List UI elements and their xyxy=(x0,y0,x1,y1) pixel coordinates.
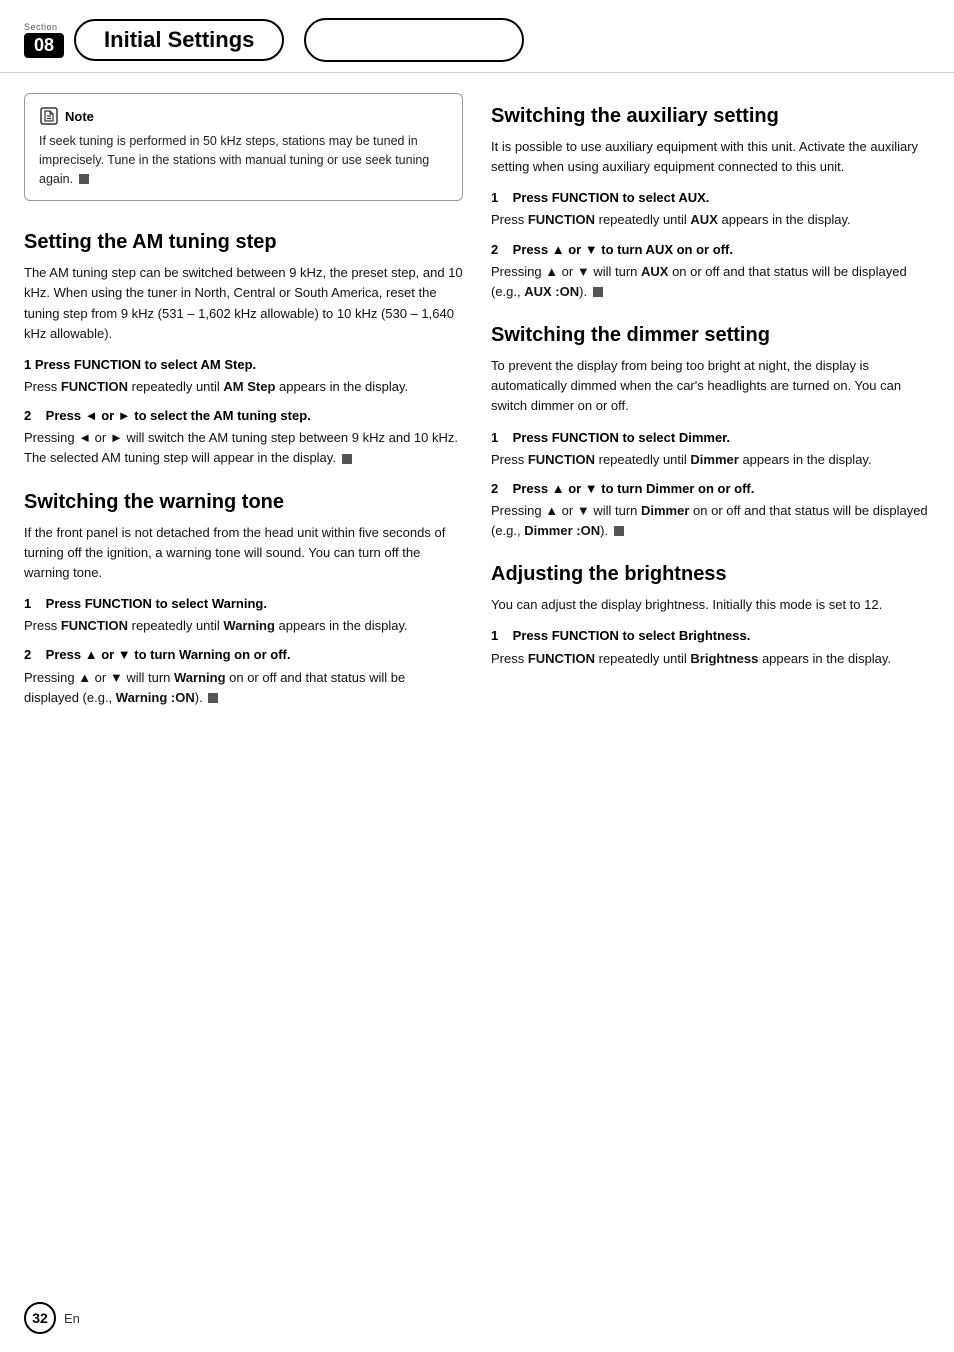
note-icon xyxy=(39,106,59,126)
note-box: Note If seek tuning is performed in 50 k… xyxy=(24,93,463,201)
page-title: Initial Settings xyxy=(74,19,284,61)
section-number: 08 xyxy=(24,33,64,58)
stop-icon xyxy=(79,174,89,184)
main-content: Note If seek tuning is performed in 50 k… xyxy=(0,73,954,758)
brightness-section: Adjusting the brightness You can adjust … xyxy=(491,561,930,668)
brightness-intro: You can adjust the display brightness. I… xyxy=(491,595,930,615)
footer: 32 En xyxy=(24,1302,80,1334)
warning-step1-heading: 1 Press FUNCTION to select Warning. xyxy=(24,595,463,613)
am-step1-body: Press FUNCTION repeatedly until AM Step … xyxy=(24,377,463,397)
header-right-pill xyxy=(304,18,524,62)
warning-tone-section: Switching the warning tone If the front … xyxy=(24,489,463,708)
stop-icon-5 xyxy=(614,526,624,536)
dimmer-step-2: 2 Press ▲ or ▼ to turn Dimmer on or off.… xyxy=(491,480,930,541)
note-text: If seek tuning is performed in 50 kHz st… xyxy=(39,132,448,188)
left-column: Note If seek tuning is performed in 50 k… xyxy=(24,83,463,718)
header: Section 08 Initial Settings xyxy=(0,0,954,73)
warning-tone-intro: If the front panel is not detached from … xyxy=(24,523,463,583)
stop-icon-2 xyxy=(342,454,352,464)
dimmer-step1-heading: 1 Press FUNCTION to select Dimmer. xyxy=(491,429,930,447)
aux-step-1: 1 Press FUNCTION to select AUX. Press FU… xyxy=(491,189,930,230)
am-step2-heading: 2 Press ◄ or ► to select the AM tuning s… xyxy=(24,407,463,425)
aux-step-2: 2 Press ▲ or ▼ to turn AUX on or off. Pr… xyxy=(491,241,930,302)
right-column: Switching the auxiliary setting It is po… xyxy=(491,83,930,718)
warning-step-2: 2 Press ▲ or ▼ to turn Warning on or off… xyxy=(24,646,463,707)
dimmer-step2-body: Pressing ▲ or ▼ will turn Dimmer on or o… xyxy=(491,501,930,541)
dimmer-title: Switching the dimmer setting xyxy=(491,322,930,348)
am-step2-body: Pressing ◄ or ► will switch the AM tunin… xyxy=(24,428,463,468)
aux-step2-heading: 2 Press ▲ or ▼ to turn AUX on or off. xyxy=(491,241,930,259)
am-tuning-intro: The AM tuning step can be switched betwe… xyxy=(24,263,463,344)
brightness-step1-heading: 1 Press FUNCTION to select Brightness. xyxy=(491,627,930,645)
warning-step1-body: Press FUNCTION repeatedly until Warning … xyxy=(24,616,463,636)
dimmer-step-1: 1 Press FUNCTION to select Dimmer. Press… xyxy=(491,429,930,470)
stop-icon-3 xyxy=(208,693,218,703)
aux-step2-body: Pressing ▲ or ▼ will turn AUX on or off … xyxy=(491,262,930,302)
section-badge: Section 08 xyxy=(24,22,64,58)
am-step-2: 2 Press ◄ or ► to select the AM tuning s… xyxy=(24,407,463,468)
warning-tone-title: Switching the warning tone xyxy=(24,489,463,515)
note-header: Note xyxy=(39,106,448,126)
stop-icon-4 xyxy=(593,287,603,297)
dimmer-section: Switching the dimmer setting To prevent … xyxy=(491,322,930,541)
am-tuning-title: Setting the AM tuning step xyxy=(24,229,463,255)
warning-step2-heading: 2 Press ▲ or ▼ to turn Warning on or off… xyxy=(24,646,463,664)
page: Section 08 Initial Settings xyxy=(0,0,954,1352)
aux-intro: It is possible to use auxiliary equipmen… xyxy=(491,137,930,177)
aux-title: Switching the auxiliary setting xyxy=(491,103,930,129)
aux-step1-heading: 1 Press FUNCTION to select AUX. xyxy=(491,189,930,207)
brightness-step-1: 1 Press FUNCTION to select Brightness. P… xyxy=(491,627,930,668)
warning-step2-body: Pressing ▲ or ▼ will turn Warning on or … xyxy=(24,668,463,708)
aux-section: Switching the auxiliary setting It is po… xyxy=(491,103,930,302)
dimmer-intro: To prevent the display from being too br… xyxy=(491,356,930,416)
am-step-1: 1 Press FUNCTION to select AM Step. Pres… xyxy=(24,356,463,397)
note-label: Note xyxy=(65,109,94,124)
section-label: Section xyxy=(24,22,58,32)
brightness-title: Adjusting the brightness xyxy=(491,561,930,587)
page-lang: En xyxy=(64,1311,80,1326)
aux-step1-body: Press FUNCTION repeatedly until AUX appe… xyxy=(491,210,930,230)
dimmer-step2-heading: 2 Press ▲ or ▼ to turn Dimmer on or off. xyxy=(491,480,930,498)
warning-step-1: 1 Press FUNCTION to select Warning. Pres… xyxy=(24,595,463,636)
am-step1-heading: 1 Press FUNCTION to select AM Step. xyxy=(24,356,463,374)
page-number: 32 xyxy=(24,1302,56,1334)
brightness-step1-body: Press FUNCTION repeatedly until Brightne… xyxy=(491,649,930,669)
dimmer-step1-body: Press FUNCTION repeatedly until Dimmer a… xyxy=(491,450,930,470)
am-tuning-section: Setting the AM tuning step The AM tuning… xyxy=(24,229,463,468)
